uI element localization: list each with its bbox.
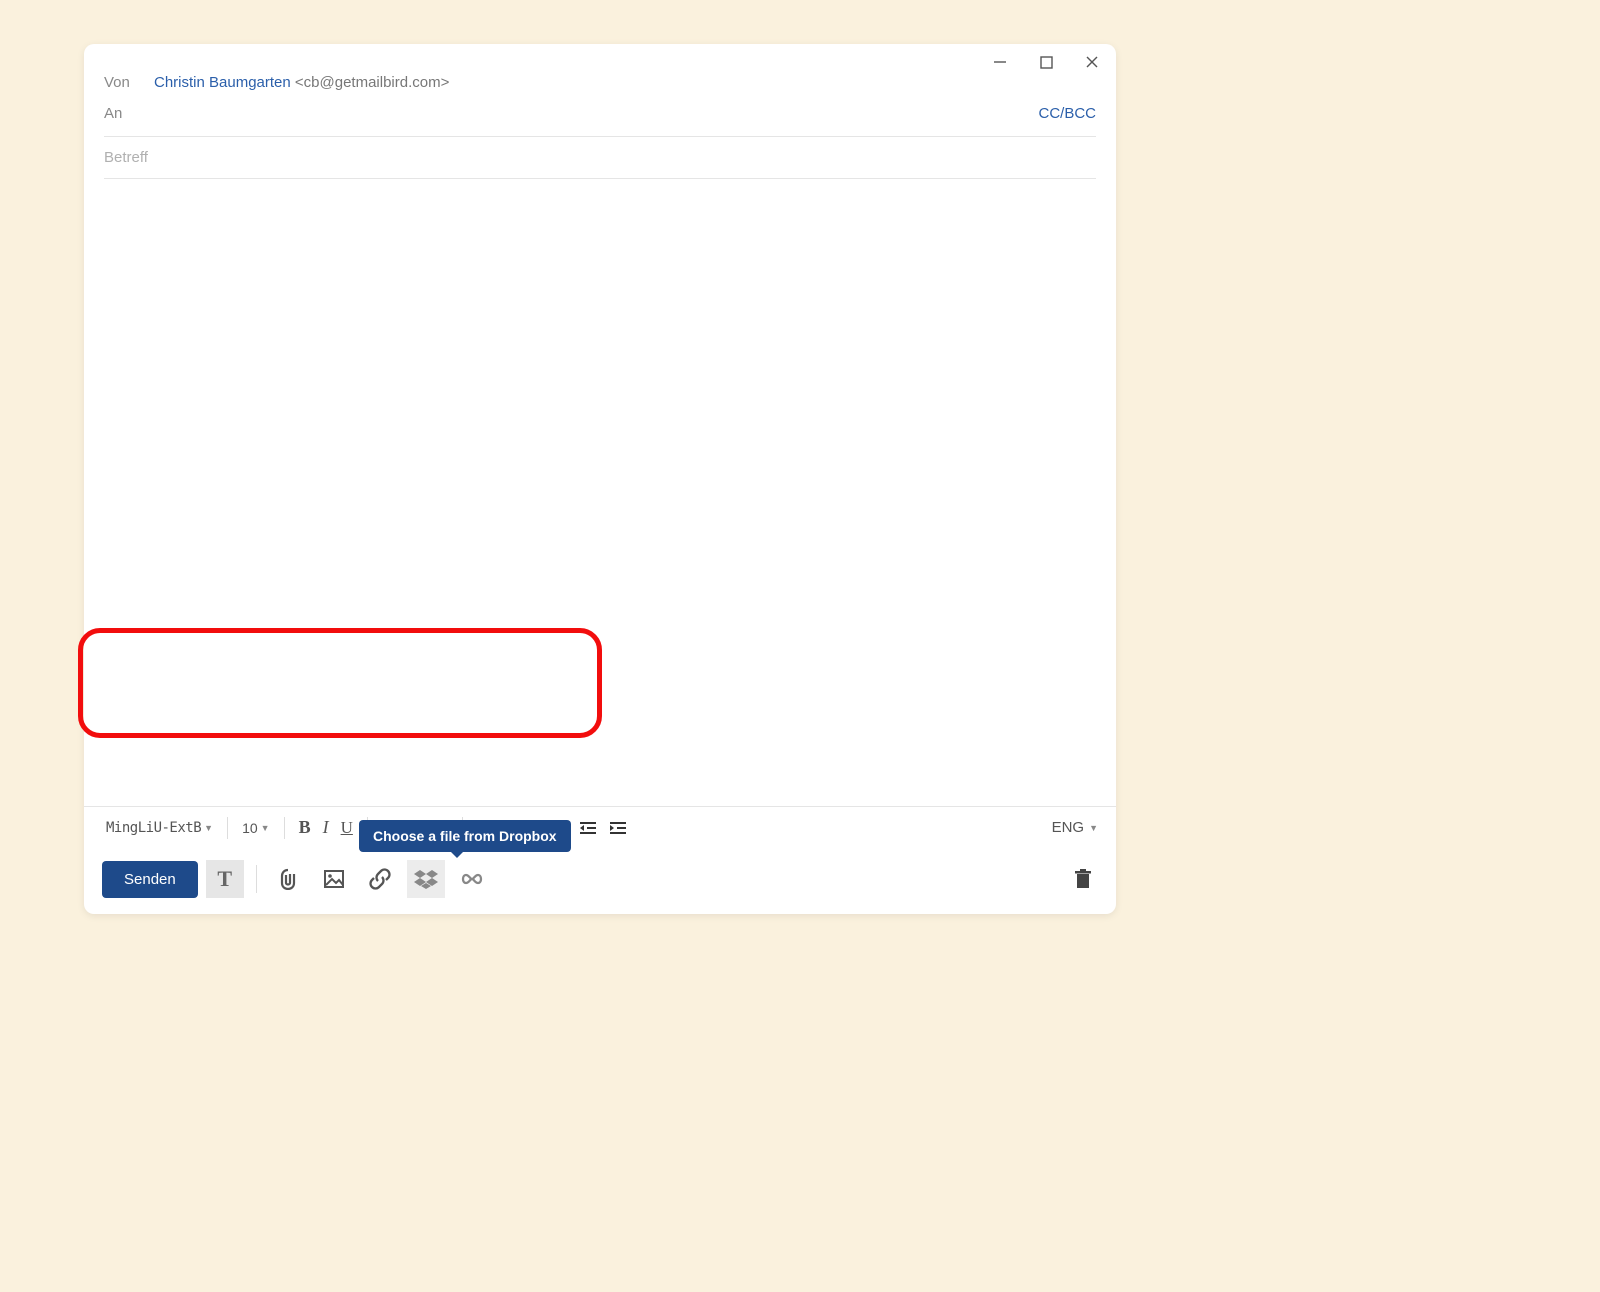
image-icon xyxy=(323,869,345,889)
infinity-icon xyxy=(459,871,485,887)
message-body-input[interactable] xyxy=(104,197,1096,788)
indent-icon xyxy=(609,821,627,835)
font-size-select[interactable]: 10 ▼ xyxy=(238,818,274,838)
outdent-button[interactable] xyxy=(575,819,601,837)
italic-button[interactable]: I xyxy=(319,815,333,840)
separator xyxy=(284,817,285,839)
dropbox-tooltip: Choose a file from Dropbox xyxy=(359,820,571,852)
from-name: Christin Baumgarten xyxy=(154,74,291,91)
language-value: ENG xyxy=(1052,819,1085,836)
from-value[interactable]: Christin Baumgarten <cb@getmailbird.com> xyxy=(154,74,449,91)
font-family-select[interactable]: MingLiU-ExtB ▼ xyxy=(102,818,217,838)
discard-button[interactable] xyxy=(1068,864,1098,894)
separator xyxy=(256,865,257,893)
text-format-icon: T xyxy=(217,866,232,892)
formatting-toggle-button[interactable]: T xyxy=(206,860,244,898)
underline-button[interactable]: U xyxy=(337,816,357,840)
dropbox-icon xyxy=(414,868,438,890)
bottom-toolbar: Senden T Choose a file from Dropbox xyxy=(84,848,1116,914)
compose-window: Von Christin Baumgarten <cb@getmailbird.… xyxy=(84,44,1116,914)
dropbox-button[interactable] xyxy=(407,860,445,898)
subject-input[interactable] xyxy=(104,149,1096,166)
chevron-down-icon: ▼ xyxy=(261,823,270,833)
outdent-icon xyxy=(579,821,597,835)
send-button[interactable]: Senden xyxy=(102,861,198,898)
message-body xyxy=(84,179,1116,806)
attach-file-button[interactable] xyxy=(269,860,307,898)
indent-button[interactable] xyxy=(605,819,631,837)
from-label: Von xyxy=(104,74,154,91)
from-row: Von Christin Baumgarten <cb@getmailbird.… xyxy=(104,66,1096,95)
format-toolbar: MingLiU-ExtB ▼ 10 ▼ B I U A ▼ ▼ ▼ 12 xyxy=(84,806,1116,848)
compose-header: Von Christin Baumgarten <cb@getmailbird.… xyxy=(84,44,1116,179)
separator xyxy=(227,817,228,839)
bold-button[interactable]: B xyxy=(295,815,315,840)
paperclip-icon xyxy=(278,868,298,890)
font-family-value: MingLiU-ExtB xyxy=(106,820,201,836)
from-email: <cb@getmailbird.com> xyxy=(295,74,449,91)
to-row: An CC/BCC xyxy=(104,95,1096,137)
ccbcc-toggle[interactable]: CC/BCC xyxy=(1038,105,1096,122)
subject-row xyxy=(104,137,1096,179)
followup-button[interactable] xyxy=(453,860,491,898)
font-size-value: 10 xyxy=(242,820,258,836)
link-icon xyxy=(369,868,391,890)
to-input[interactable] xyxy=(154,105,1096,122)
to-label: An xyxy=(104,105,154,122)
language-select[interactable]: ENG ▼ xyxy=(1052,819,1098,836)
chevron-down-icon: ▼ xyxy=(204,823,213,833)
insert-link-button[interactable] xyxy=(361,860,399,898)
trash-icon xyxy=(1073,868,1093,890)
insert-image-button[interactable] xyxy=(315,860,353,898)
chevron-down-icon: ▼ xyxy=(1089,823,1098,833)
